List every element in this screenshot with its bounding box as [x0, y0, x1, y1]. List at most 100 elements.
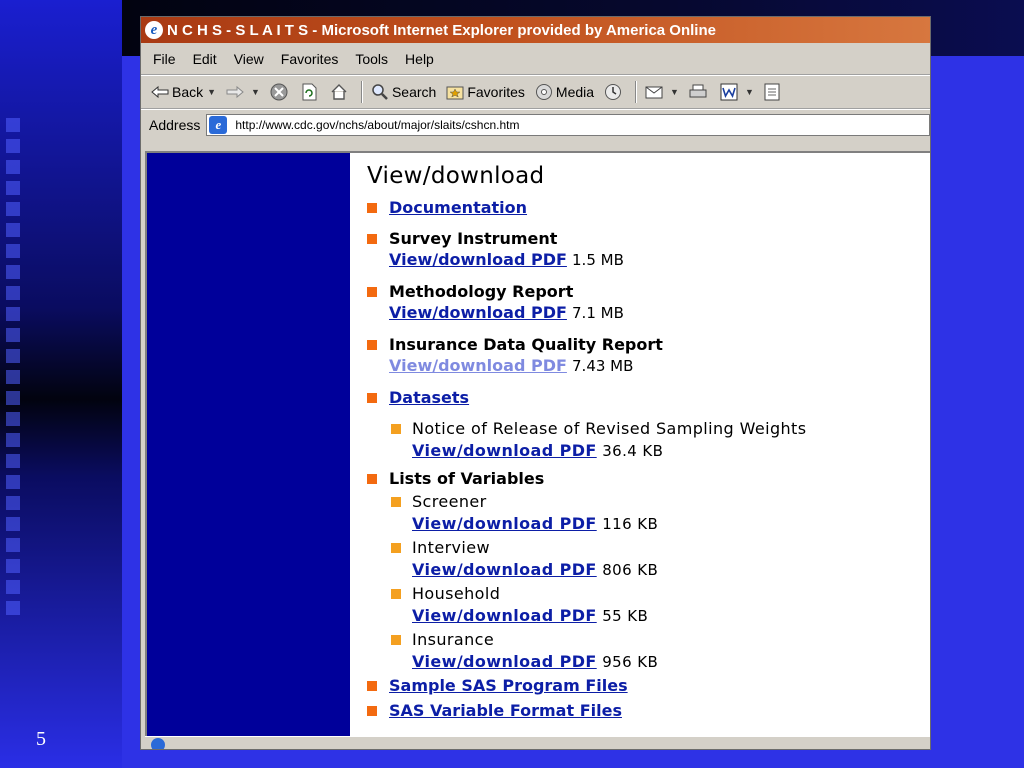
window-title: N C H S - S L A I T S - Microsoft Intern…	[167, 21, 716, 39]
toolbar-separator	[360, 81, 363, 103]
favorites-button[interactable]: Favorites	[446, 84, 525, 100]
datasets-link[interactable]: Datasets	[389, 388, 469, 407]
notice-size: 36.4 KB	[602, 442, 664, 460]
screener-pdf-link[interactable]: View/download PDF	[412, 514, 597, 533]
insurance-quality-label: Insurance Data Quality Report	[389, 335, 663, 354]
mail-button[interactable]: ▼	[645, 84, 679, 100]
list-item-methodology: Methodology Report View/download PDF 7.1…	[367, 281, 927, 324]
search-button[interactable]: Search	[371, 83, 436, 101]
methodology-label: Methodology Report	[389, 282, 574, 301]
mail-icon	[645, 86, 663, 99]
forward-dropdown-icon[interactable]: ▼	[251, 87, 260, 97]
home-button[interactable]	[330, 83, 351, 101]
edit-dropdown-icon[interactable]: ▼	[745, 87, 754, 97]
back-arrow-icon	[151, 85, 169, 99]
search-label: Search	[391, 84, 437, 100]
search-icon	[372, 84, 388, 100]
sas-format-link[interactable]: SAS Variable Format Files	[389, 701, 622, 720]
stop-icon	[270, 83, 288, 101]
address-bar: Address e http://www.cdc.gov/nchs/about/…	[141, 109, 930, 139]
list-item-screener: Screener View/download PDF 116 KB	[367, 491, 927, 535]
insurance-label: Insurance	[412, 630, 495, 649]
print-icon	[689, 84, 707, 98]
toolbar: Back ▼ ▼ Search Favorites Media ▼ ▼	[141, 75, 930, 109]
refresh-icon	[302, 83, 317, 101]
list-item-variables: Lists of Variables	[367, 468, 927, 489]
methodology-pdf-link[interactable]: View/download PDF	[389, 303, 567, 322]
survey-label: Survey Instrument	[389, 229, 558, 248]
menu-edit[interactable]: Edit	[193, 51, 217, 67]
notice-label: Notice of Release of Revised Sampling We…	[412, 419, 807, 438]
edit-button[interactable]: ▼	[720, 83, 754, 101]
survey-pdf-link[interactable]: View/download PDF	[389, 250, 567, 269]
variables-label: Lists of Variables	[389, 469, 545, 488]
media-button[interactable]: Media	[535, 83, 594, 101]
home-icon	[331, 84, 347, 100]
list-item-survey: Survey Instrument View/download PDF 1.5 …	[367, 228, 927, 271]
word-icon	[720, 83, 738, 101]
title-bar[interactable]: e N C H S - S L A I T S - Microsoft Inte…	[141, 17, 930, 43]
screener-label: Screener	[412, 492, 487, 511]
page-heading: View/download	[367, 163, 545, 189]
slide-number: 5	[36, 728, 46, 750]
back-dropdown-icon[interactable]: ▼	[207, 87, 216, 97]
address-input[interactable]: e http://www.cdc.gov/nchs/about/major/sl…	[206, 113, 930, 136]
print-button[interactable]	[689, 84, 710, 100]
insurance-size: 956 KB	[602, 653, 659, 671]
stop-button[interactable]	[270, 83, 291, 101]
insurance-quality-pdf-link[interactable]: View/download PDF	[389, 356, 567, 375]
refresh-button[interactable]	[301, 83, 320, 101]
back-label: Back	[172, 84, 204, 100]
list-item-sas-program: Sample SAS Program Files	[367, 675, 927, 696]
mail-dropdown-icon[interactable]: ▼	[670, 87, 679, 97]
status-bar	[145, 736, 930, 749]
interview-label: Interview	[412, 538, 490, 557]
insurance-quality-size: 7.43 MB	[572, 357, 634, 375]
back-button[interactable]: Back ▼	[151, 84, 216, 100]
discuss-button[interactable]	[764, 83, 783, 101]
list-item-notice: Notice of Release of Revised Sampling We…	[367, 418, 927, 462]
list-item-interview: Interview View/download PDF 806 KB	[367, 537, 927, 581]
favorites-icon	[446, 86, 464, 100]
menu-file[interactable]: File	[153, 51, 176, 67]
list-item-insurance-quality: Insurance Data Quality Report View/downl…	[367, 334, 927, 377]
list-item-insurance: Insurance View/download PDF 956 KB	[367, 629, 927, 673]
menu-favorites[interactable]: Favorites	[281, 51, 339, 67]
sas-program-link[interactable]: Sample SAS Program Files	[389, 676, 628, 695]
notice-pdf-link[interactable]: View/download PDF	[412, 441, 597, 460]
browser-window: e N C H S - S L A I T S - Microsoft Inte…	[140, 16, 931, 750]
screener-size: 116 KB	[602, 515, 659, 533]
forward-arrow-icon	[226, 85, 244, 99]
site-nav-panel	[147, 153, 350, 738]
slide-left-strip	[0, 0, 122, 768]
documentation-link[interactable]: Documentation	[389, 198, 527, 217]
menu-bar: File Edit View Favorites Tools Help	[141, 43, 930, 75]
list-item-datasets: Datasets	[367, 387, 927, 408]
menu-tools[interactable]: Tools	[355, 51, 388, 67]
list-item-documentation: Documentation	[367, 197, 927, 218]
household-pdf-link[interactable]: View/download PDF	[412, 606, 597, 625]
menu-help[interactable]: Help	[405, 51, 434, 67]
interview-size: 806 KB	[602, 561, 659, 579]
survey-size: 1.5 MB	[572, 251, 624, 269]
favorites-label: Favorites	[467, 84, 525, 100]
media-label: Media	[555, 84, 595, 100]
toolbar-separator-2	[635, 81, 638, 103]
status-page-icon	[151, 738, 165, 749]
interview-pdf-link[interactable]: View/download PDF	[412, 560, 597, 579]
history-button[interactable]	[604, 83, 625, 101]
page-viewport: View/download Documentation Survey Instr…	[145, 151, 930, 738]
household-size: 55 KB	[602, 607, 649, 625]
insurance-pdf-link[interactable]: View/download PDF	[412, 652, 597, 671]
methodology-size: 7.1 MB	[572, 304, 624, 322]
address-label: Address	[149, 116, 201, 133]
page-content: View/download Documentation Survey Instr…	[367, 163, 927, 731]
ie-logo-icon: e	[145, 21, 163, 39]
forward-button[interactable]: ▼	[226, 85, 260, 99]
household-label: Household	[412, 584, 501, 603]
decorative-squares	[6, 118, 30, 658]
media-icon	[535, 84, 552, 100]
menu-view[interactable]: View	[234, 51, 264, 67]
page-icon: e	[209, 115, 228, 134]
history-icon	[605, 84, 622, 100]
